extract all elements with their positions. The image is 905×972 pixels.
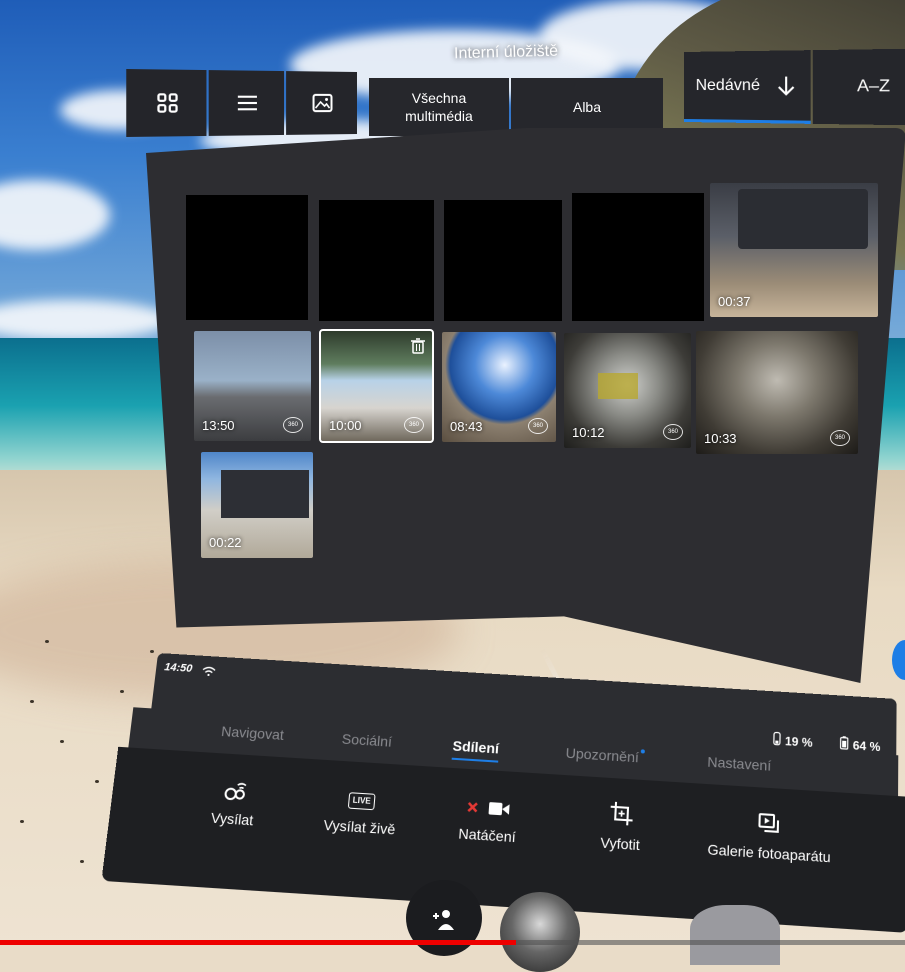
controller-battery-icon bbox=[773, 731, 781, 746]
scene-detail bbox=[598, 373, 638, 399]
video-progress-bar[interactable] bbox=[0, 940, 905, 945]
record-icon bbox=[466, 798, 512, 819]
list-view-button[interactable] bbox=[209, 70, 284, 136]
camera-gallery-button[interactable]: Galerie fotoaparátu bbox=[702, 804, 837, 868]
media-duration: 10:00 bbox=[329, 418, 362, 433]
gallery-icon bbox=[757, 812, 782, 836]
live-label: Vysílat živě bbox=[323, 816, 396, 837]
live-icon: LIVE bbox=[348, 792, 376, 810]
live-button[interactable]: LIVE Vysílat živě bbox=[297, 779, 424, 841]
cast-button[interactable]: Vysílat bbox=[170, 771, 298, 833]
sort-az-button[interactable]: A–Z bbox=[813, 48, 905, 125]
media-duration: 10:33 bbox=[704, 431, 737, 446]
media-duration: 08:43 bbox=[450, 419, 483, 434]
notification-dot bbox=[641, 749, 645, 753]
record-button[interactable]: Natáčení bbox=[425, 787, 551, 850]
360-badge: 360 bbox=[663, 424, 683, 440]
media-duration: 00:22 bbox=[209, 535, 242, 550]
sort-az-label: A–Z bbox=[857, 77, 890, 97]
storage-title: Interní úložiště bbox=[454, 43, 558, 64]
menu-preview bbox=[221, 470, 309, 518]
tab-socialni[interactable]: Sociální bbox=[341, 730, 393, 749]
media-thumbnail-selected[interactable]: 10:00 360 bbox=[321, 331, 432, 441]
360-badge: 360 bbox=[404, 417, 424, 433]
360-badge: 360 bbox=[830, 430, 850, 446]
add-person-icon bbox=[428, 904, 458, 934]
menu-preview bbox=[738, 189, 868, 249]
tab-sdileni[interactable]: Sdílení bbox=[452, 737, 499, 756]
cast-icon bbox=[222, 778, 249, 802]
grid-view-icon bbox=[156, 92, 179, 114]
controller-model bbox=[690, 905, 780, 965]
sort-recent-button[interactable]: Nedávné bbox=[684, 50, 811, 124]
empty-tile bbox=[186, 195, 308, 320]
filter-all-media[interactable]: Všechna multimédia bbox=[369, 78, 509, 136]
camera-gallery-label: Galerie fotoaparátu bbox=[707, 841, 831, 866]
tab-upozorneni-label: Upozornění bbox=[565, 745, 639, 766]
tab-nastaveni[interactable]: Nastavení bbox=[707, 753, 771, 773]
filter-group: Všechna multimédia Alba bbox=[369, 78, 663, 136]
avatar[interactable] bbox=[500, 892, 580, 972]
screenshot-label: Vyfotit bbox=[600, 834, 640, 853]
wifi-icon bbox=[201, 666, 216, 677]
grid-view-button[interactable] bbox=[126, 69, 206, 137]
crop-capture-icon bbox=[609, 800, 635, 826]
headset-battery-icon bbox=[840, 735, 849, 750]
media-thumbnail[interactable]: 13:50 360 bbox=[194, 331, 311, 441]
media-duration: 00:37 bbox=[718, 294, 751, 309]
sort-recent-label: Nedávné bbox=[696, 76, 760, 95]
media-thumbnail[interactable]: 00:37 bbox=[710, 183, 878, 317]
arrow-down-icon bbox=[775, 74, 798, 97]
media-thumbnail[interactable]: 10:33 360 bbox=[696, 331, 858, 454]
view-mode-group bbox=[126, 69, 357, 137]
trash-icon[interactable] bbox=[411, 338, 425, 354]
360-badge: 360 bbox=[528, 418, 548, 434]
screenshot-button[interactable]: Vyfotit bbox=[558, 795, 683, 858]
tab-upozorneni[interactable]: Upozornění bbox=[565, 745, 645, 766]
filter-albums-label: Alba bbox=[573, 98, 601, 116]
tab-navigovat[interactable]: Navigovat bbox=[220, 723, 284, 743]
empty-tile bbox=[319, 200, 434, 321]
cast-label: Vysílat bbox=[210, 809, 254, 828]
sort-group: Nedávné A–Z bbox=[684, 48, 905, 125]
list-view-icon bbox=[236, 95, 257, 112]
filter-all-media-label: Všechna multimédia bbox=[394, 89, 484, 125]
empty-tile bbox=[444, 200, 562, 321]
360-badge: 360 bbox=[283, 417, 303, 433]
clock: 14:50 bbox=[164, 661, 193, 675]
image-view-button[interactable] bbox=[286, 71, 357, 135]
image-view-icon bbox=[312, 94, 332, 112]
media-thumbnail[interactable]: 10:12 360 bbox=[564, 333, 691, 448]
media-thumbnail[interactable]: 00:22 bbox=[201, 452, 313, 558]
filter-albums[interactable]: Alba bbox=[511, 78, 663, 136]
media-duration: 13:50 bbox=[202, 418, 235, 433]
empty-tile bbox=[572, 193, 704, 321]
record-label: Natáčení bbox=[458, 825, 516, 845]
video-progress-fill bbox=[0, 940, 516, 945]
media-thumbnail[interactable]: 08:43 360 bbox=[442, 332, 556, 442]
media-duration: 10:12 bbox=[572, 425, 605, 440]
